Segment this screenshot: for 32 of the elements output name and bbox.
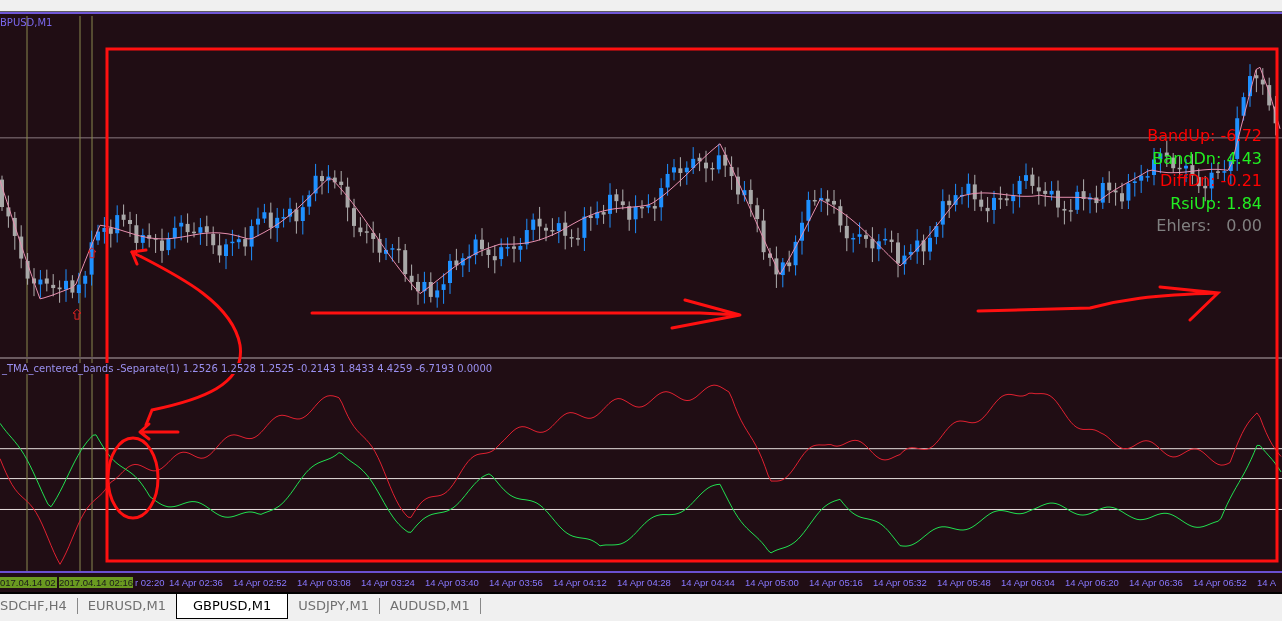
- time-label: 14 Apr 02:36: [169, 577, 224, 589]
- up-arrow-icon: [87, 247, 97, 259]
- time-label: 14 A: [1257, 577, 1277, 589]
- time-label: 017.04.14 02: [0, 577, 57, 589]
- chart-title: BPUSD,M1: [0, 17, 53, 28]
- time-label: 14 Apr 05:32: [873, 577, 928, 589]
- chart-tab[interactable]: SDCHF,H4: [0, 594, 77, 618]
- time-label: 14 Apr 03:56: [489, 577, 544, 589]
- time-label: 14 Apr 03:08: [297, 577, 352, 589]
- chart-tab[interactable]: AUDUSD,M1: [379, 594, 480, 618]
- chart-tab[interactable]: EURUSD,M1: [77, 594, 176, 618]
- time-label: 14 Apr 03:24: [361, 577, 416, 589]
- time-label: 14 Apr 04:28: [617, 577, 672, 589]
- time-label: 14 Apr 06:52: [1193, 577, 1248, 589]
- time-label: 14 Apr 06:36: [1129, 577, 1184, 589]
- indicator-readout: RsiUp: 1.84: [1170, 192, 1262, 215]
- time-label: r 02:20: [134, 577, 166, 589]
- time-label: 14 Apr 04:44: [681, 577, 736, 589]
- indicator-readout: Ehlers: 0.00: [1156, 215, 1262, 237]
- time-label: 14 Apr 05:16: [809, 577, 864, 589]
- chart-tab[interactable]: USDJPY,M1: [288, 594, 379, 618]
- time-label: 14 Apr 03:40: [425, 577, 480, 589]
- indicator-label: _TMA_centered_bands -Separate(1) 1.2526 1.2528 1.2525 -0.2143 1.8433 4.4259 -6.7193 0.0000: [2, 362, 493, 374]
- time-label: 2017.04.14 02:16: [59, 577, 133, 589]
- time-label: 14 Apr 05:48: [937, 577, 992, 589]
- time-label: 14 Apr 06:04: [1001, 577, 1056, 589]
- up-arrow-icon: [72, 308, 82, 320]
- time-label: 14 Apr 05:00: [745, 577, 800, 589]
- time-label: 14 Apr 04:12: [553, 577, 608, 589]
- chart-tab[interactable]: GBPUSD,M1: [175, 594, 289, 619]
- time-label: 14 Apr 02:52: [233, 577, 288, 589]
- time-label: 14 Apr 06:20: [1065, 577, 1120, 589]
